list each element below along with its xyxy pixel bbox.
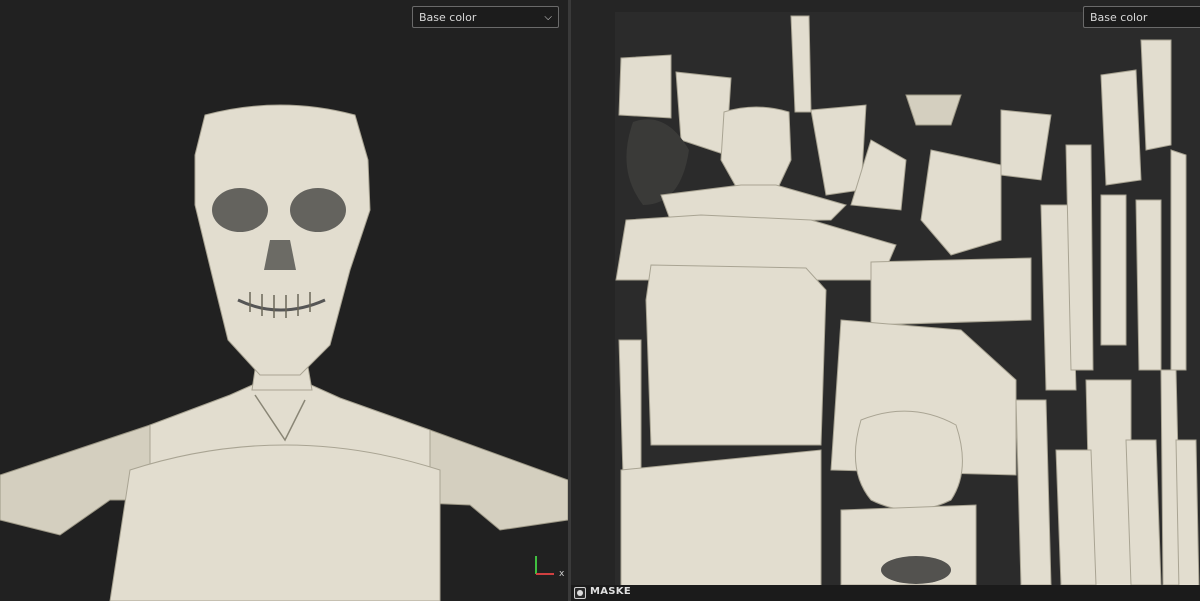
uv-island [1055,449,1097,585]
uv-island [1175,439,1200,585]
mask-label[interactable]: MASKE [590,586,631,597]
uv-island [618,54,672,119]
channel-dropdown-value: Base color [1090,11,1148,24]
right-eye-socket [290,188,346,232]
uv-island [1015,399,1052,585]
uv-island [1065,144,1094,371]
uv-island [720,106,792,193]
uv-island [905,94,962,126]
ribcage [109,444,441,601]
channel-dropdown-3d[interactable]: Base color ⌵ [412,6,559,28]
viewport-2d[interactable]: Base color MASKE [571,0,1200,601]
uv-island [790,15,812,113]
axis-gizmo-icon: x [535,556,565,578]
viewport-3d[interactable]: Base color ⌵ x [0,0,568,601]
uv-island [645,264,827,446]
uv-island [1170,149,1187,371]
uv-island [1135,199,1162,371]
uv-island [1100,194,1127,346]
uv-island [618,339,642,476]
uv-island [854,410,963,511]
mask-icon[interactable] [574,587,586,599]
channel-dropdown-value: Base color [419,11,477,24]
left-eye-socket [212,188,268,232]
uv-island [1100,69,1142,186]
uv-island [870,257,1032,326]
chevron-down-icon[interactable]: ⌵ [544,7,552,29]
uv-island [620,449,822,585]
uv-island-dark [881,556,951,584]
uv-texture-map[interactable] [571,0,1200,585]
mask-bar: MASKE [571,585,1200,601]
channel-dropdown-2d[interactable]: Base color [1083,6,1200,28]
axis-x-label: x [559,569,565,578]
uv-island [1140,39,1172,151]
skeleton-model[interactable] [0,0,568,601]
uv-island [1125,439,1162,585]
